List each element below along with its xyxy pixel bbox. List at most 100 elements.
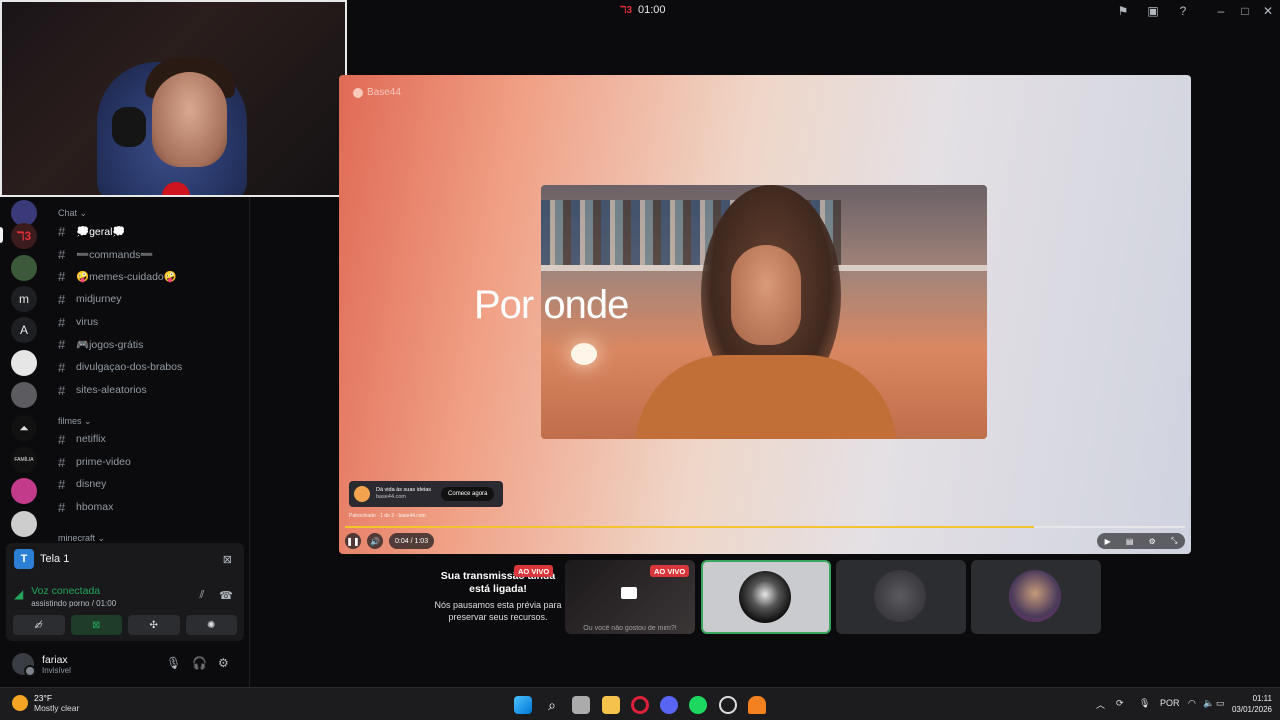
spotify-icon[interactable]: [689, 696, 707, 714]
settings-gear-icon[interactable]: ⚙: [218, 656, 229, 670]
channel-hbomax[interactable]: # hbomax: [58, 497, 243, 517]
pause-button[interactable]: ❚❚: [345, 533, 361, 549]
hash-icon: #: [58, 454, 66, 470]
server-icon-a[interactable]: A: [11, 317, 37, 343]
soundboard-button[interactable]: ✺: [185, 615, 237, 635]
flag-icon[interactable]: ⚑: [1115, 3, 1131, 19]
subtitles-icon[interactable]: ▤: [1126, 537, 1134, 546]
channel-commands[interactable]: # ➖commands➖: [58, 244, 243, 264]
user-panel[interactable]: fariax Invisível 🎙 🎧 ⚙: [6, 646, 244, 682]
tray-chevron-icon[interactable]: ︿: [1096, 698, 1105, 711]
microphone-tray-icon[interactable]: 🎙: [1139, 698, 1150, 709]
fullscreen-icon[interactable]: ⤡: [1171, 536, 1177, 546]
server-icon-9[interactable]: FAMÍLIA: [11, 447, 37, 473]
ad-card[interactable]: Dá vida às suas ideias base44.com Comece…: [349, 481, 503, 507]
opera-icon[interactable]: [631, 696, 649, 714]
category-chat[interactable]: Chat ⌄: [58, 208, 87, 219]
sync-icon[interactable]: ⟳: [1116, 698, 1124, 709]
wifi-icon[interactable]: ◠: [1188, 698, 1196, 709]
video-settings-icon[interactable]: ⚙: [1149, 537, 1156, 546]
autoplay-toggle-icon[interactable]: ▶: [1105, 537, 1111, 546]
voice-connection-status[interactable]: ◢ Voz conectada assistindo porno / 01:00: [14, 585, 116, 608]
help-icon[interactable]: ?: [1175, 3, 1191, 19]
channel-divulgacao[interactable]: # divulgaçao-dos-brabos: [58, 357, 243, 377]
signal-icon: ◢: [14, 587, 24, 601]
server-icon-m[interactable]: m: [11, 286, 37, 312]
activities-button[interactable]: ✣: [128, 615, 180, 635]
video-progress-bar[interactable]: [345, 526, 1185, 528]
category-minecraft[interactable]: minecraft ⌄: [58, 533, 105, 542]
channel-prime-video[interactable]: # prime-video: [58, 452, 243, 472]
weather-widget[interactable]: 23°F Mostly clear: [12, 693, 79, 713]
language-indicator[interactable]: POR: [1160, 698, 1180, 708]
screen-share-button[interactable]: ⊠: [70, 615, 122, 635]
server-icon-11[interactable]: [11, 511, 37, 537]
video-headline: Por onde: [474, 283, 629, 327]
channel-disney[interactable]: # disney: [58, 474, 243, 494]
hash-icon: #: [58, 336, 66, 352]
channel-geral[interactable]: # 💭geral💭: [58, 221, 243, 241]
ad-cta-button[interactable]: Comece agora: [441, 487, 495, 501]
obs-icon[interactable]: [719, 696, 737, 714]
battery-icon[interactable]: ▭: [1216, 698, 1225, 709]
start-icon[interactable]: [514, 696, 532, 714]
woman-shirt: [636, 355, 896, 439]
stream-viewer[interactable]: Base44 Por onde Dá vida às suas ideias b…: [339, 75, 1191, 554]
participant-tile-4[interactable]: [971, 560, 1101, 634]
ad-domain: base44.com: [376, 494, 406, 500]
disconnect-icon[interactable]: ☎: [218, 589, 234, 605]
volume-button[interactable]: 🔊: [367, 533, 383, 549]
server-icon-7[interactable]: [11, 382, 37, 408]
inbox-icon[interactable]: ▣: [1145, 3, 1161, 19]
ad-meta: Patrocinado · 1 de 2 · base44.com: [349, 513, 426, 519]
screen-avatar: T: [14, 549, 34, 569]
channel-midjurney[interactable]: # midjurney: [58, 289, 243, 309]
maximize-icon[interactable]: □: [1237, 3, 1253, 19]
participant-tile-3[interactable]: [836, 560, 966, 634]
server-icon-10[interactable]: [11, 478, 37, 504]
noise-suppression-icon[interactable]: ⫽: [194, 589, 210, 605]
channel-sites-aleatorios[interactable]: # sites-aleatorios: [58, 380, 243, 400]
user-avatar[interactable]: [12, 653, 36, 677]
camera-off-button[interactable]: ▱̸: [13, 615, 65, 635]
channel-netiflix[interactable]: # netiflix: [58, 429, 243, 449]
stream-timer: ℸ3 01:00: [620, 4, 666, 16]
category-filmes[interactable]: filmes ⌄: [58, 416, 92, 427]
server-icon-3[interactable]: [11, 255, 37, 281]
notice-body: Nós pausamos esta prévia para preservar …: [434, 600, 562, 622]
discord-icon[interactable]: [660, 696, 678, 714]
participant-avatar-4: [1009, 570, 1061, 622]
stream-timer-text: 01:00: [638, 4, 666, 16]
username: fariax: [42, 653, 68, 666]
file-explorer-icon[interactable]: [602, 696, 620, 714]
webcam-person-face: [152, 72, 227, 167]
server-icon-active[interactable]: ℸ3: [11, 223, 37, 249]
system-clock[interactable]: 01:11 03/01/2026: [1228, 694, 1272, 716]
search-icon[interactable]: ⌕: [543, 696, 561, 714]
screen-share-item[interactable]: T Tela 1 ⊠: [6, 545, 242, 573]
channel-jogos-gratis[interactable]: # 🎮jogos-grátis: [58, 334, 243, 354]
participant-tile-selected[interactable]: [701, 560, 831, 634]
clock-date: 03/01/2026: [1231, 704, 1272, 714]
tile-caption: Ou você não gostou de mim?!: [583, 625, 677, 632]
hash-icon: #: [58, 431, 66, 447]
brand-dot-icon: [353, 87, 363, 98]
clock-time: 01:11: [1252, 694, 1272, 703]
task-view-icon[interactable]: [572, 696, 590, 714]
weather-icon: [12, 695, 28, 711]
close-icon[interactable]: ✕: [1260, 3, 1276, 19]
channel-memes[interactable]: # 🤪memes-cuidado🤪: [58, 266, 243, 286]
server-icon-6[interactable]: [11, 350, 37, 376]
cloud-app-icon[interactable]: [748, 696, 766, 714]
weather-desc: Mostly clear: [34, 703, 80, 713]
server-icon-8[interactable]: ⏶: [11, 415, 37, 441]
minimize-icon[interactable]: –: [1213, 3, 1229, 19]
headphones-icon[interactable]: 🎧: [192, 656, 207, 670]
woman-face: [731, 245, 801, 345]
volume-tray-icon[interactable]: 🔈: [1203, 698, 1214, 709]
microphone-icon[interactable]: 🎙: [166, 656, 181, 670]
headset-icon: [112, 107, 146, 147]
server-list: ℸ3 m A ⏶ FAMÍLIA: [0, 197, 48, 537]
channel-virus[interactable]: # virus: [58, 312, 243, 332]
close-screen-icon[interactable]: ⊠: [223, 553, 232, 566]
